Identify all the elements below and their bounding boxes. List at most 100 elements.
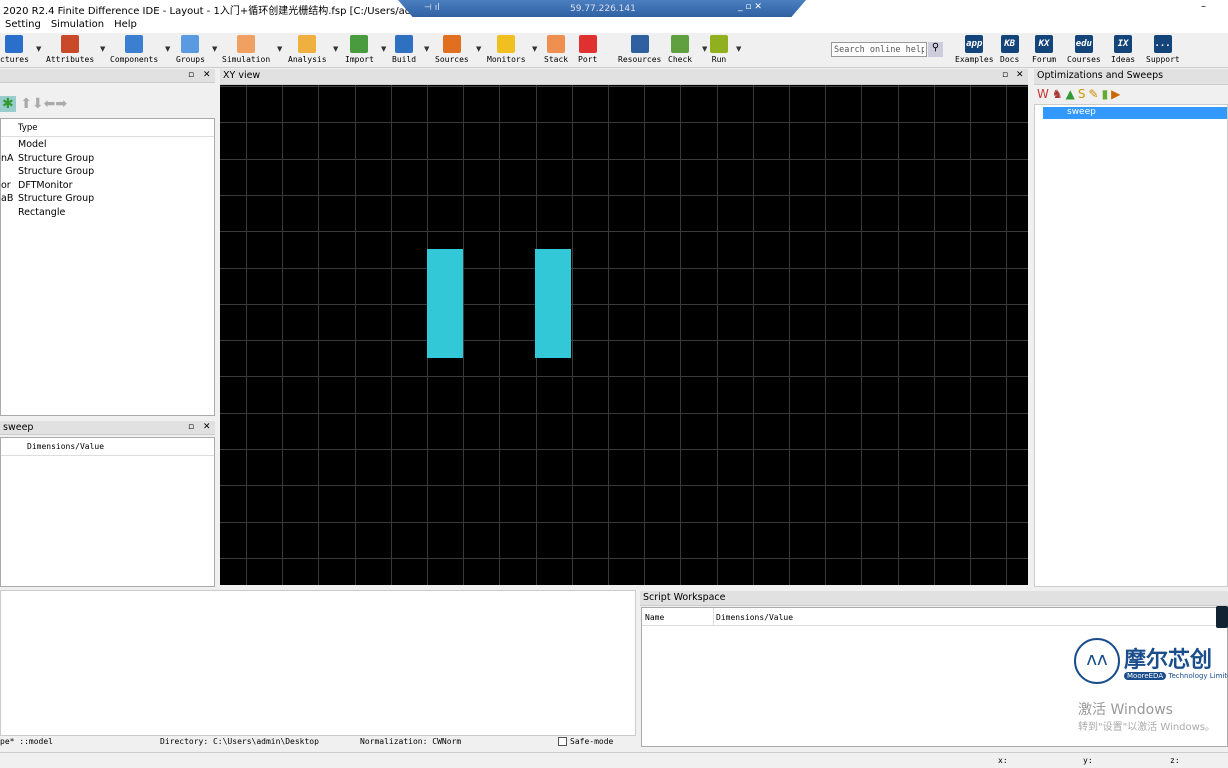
grid-line [318,85,320,585]
rectangle-structure-2[interactable] [535,249,571,358]
grid-line [220,521,1028,523]
add-icon[interactable]: ✱ [0,96,16,112]
support-icon: ... [1153,35,1172,53]
dropdown-arrow-icon[interactable]: ▼ [333,45,338,53]
logo-en: MooreEDA [1124,672,1167,680]
close-icon[interactable]: ✕ [1016,70,1024,80]
sweep-item[interactable]: sweep [1043,107,1227,119]
help-docs-button[interactable]: KB Docs [1000,35,1019,64]
float-icon[interactable]: ▫ [188,70,194,80]
tree-item-type[interactable]: DFTMonitor [18,180,73,191]
resources-icon [630,35,649,53]
toolbar-components-button[interactable]: Components [110,35,158,64]
help-courses-button[interactable]: edu Courses [1067,35,1101,64]
arrow-up-icon[interactable]: ⬆ [20,96,32,112]
toolbar-ctures-button[interactable]: ctures [0,35,29,64]
menu-bar: Setting Simulation Help [0,17,1228,33]
dropdown-arrow-icon[interactable]: ▼ [212,45,217,53]
tree-item-type[interactable]: Structure Group [18,193,94,204]
float-icon[interactable]: ▫ [1002,70,1008,80]
tree-item-type[interactable]: Structure Group [18,166,94,177]
analysis-icon [298,35,317,53]
examples-icon: app [965,35,984,53]
grid-line [220,485,1028,487]
float-icon[interactable]: ▫ [188,422,194,432]
safe-mode-checkbox[interactable] [558,737,567,746]
port-icon [578,35,597,53]
grid-line [220,158,1028,160]
help-examples-button[interactable]: app Examples [955,35,994,64]
toolbar-build-button[interactable]: Build [392,35,416,64]
sweep-icon[interactable]: ♞ [1052,87,1066,101]
dropdown-arrow-icon[interactable]: ▼ [381,45,386,53]
search-icon[interactable]: ⚲ [928,42,943,57]
remote-window-controls[interactable]: _ ▫ ✕ [738,2,762,12]
grid-line [220,449,1028,450]
arrow-right-icon[interactable]: ➡ [55,96,67,112]
toolbar-label: Check [668,55,693,64]
side-tab[interactable] [1216,606,1228,628]
dropdown-arrow-icon[interactable]: ▼ [702,45,707,53]
menu-setting[interactable]: Setting [0,17,46,32]
dropdown-arrow-icon[interactable]: ▼ [277,45,282,53]
toolbar-check-button[interactable]: Check [668,35,692,64]
safe-mode-label: Safe-mode [570,737,614,746]
tree-item-type[interactable]: Rectangle [18,207,65,218]
tree-item-name[interactable]: nA [1,153,14,164]
toolbar-label: ctures [0,55,29,64]
toolbar-run-button[interactable]: Run [710,35,728,64]
menu-simulation[interactable]: Simulation [46,17,109,32]
toolbar-monitors-button[interactable]: Monitors [487,35,526,64]
dropdown-arrow-icon[interactable]: ▼ [100,45,105,53]
close-icon[interactable]: ✕ [203,70,211,80]
toolbar-label: Attributes [46,55,95,64]
dropdown-arrow-icon[interactable]: ▼ [532,45,537,53]
dropdown-arrow-icon[interactable]: ▼ [476,45,481,53]
toolbar-label: Simulation [222,55,271,64]
toolbar-label: Analysis [288,55,327,64]
arrow-down-icon[interactable]: ⬇ [32,96,44,112]
close-icon[interactable]: ✕ [203,422,211,432]
toolbar-analysis-button[interactable]: Analysis [288,35,327,64]
dropdown-arrow-icon[interactable]: ▼ [165,45,170,53]
script-editor[interactable] [0,590,636,736]
menu-help[interactable]: Help [109,17,142,32]
help-ideas-button[interactable]: IX Ideas [1111,35,1135,64]
optimization-icon[interactable]: W [1037,87,1052,101]
help-forum-button[interactable]: KX Forum [1032,35,1056,64]
toolbar-port-button[interactable]: Port [578,35,597,64]
search-input[interactable] [831,42,927,57]
dropdown-arrow-icon[interactable]: ▼ [424,45,429,53]
docs-icon: KB [1000,35,1019,53]
run-sweep-icon[interactable]: ▶ [1111,87,1123,101]
dropdown-arrow-icon[interactable]: ▼ [736,45,741,53]
tree-item-type[interactable]: Structure Group [18,153,94,164]
dropdown-arrow-icon[interactable]: ▼ [36,45,41,53]
grid-line [897,85,899,585]
toolbar-import-button[interactable]: Import [345,35,374,64]
help-support-button[interactable]: ... Support [1146,35,1180,64]
build-icon [395,35,414,53]
toolbar-resources-button[interactable]: Resources [618,35,661,64]
coord-y: y: [1083,756,1093,765]
minimize-button[interactable]: – [1201,1,1206,12]
edit-icon[interactable]: ✎ [1089,87,1102,101]
toolbar-sources-button[interactable]: Sources [435,35,469,64]
delete-icon[interactable]: ▮ [1102,87,1112,101]
s-parameter-icon[interactable]: S [1078,87,1089,101]
toolbar-groups-button[interactable]: Groups [176,35,205,64]
xy-view-canvas[interactable] [220,85,1028,585]
tree-item-name[interactable]: aB [1,193,13,204]
pin-icon[interactable]: ⊣ ıl [424,3,440,13]
tree-item-name[interactable]: or [1,180,11,191]
grid-line [680,85,682,585]
toolbar-stack-button[interactable]: Stack [544,35,568,64]
rectangle-structure-1[interactable] [427,249,463,358]
toolbar-attributes-button[interactable]: Attributes [46,35,94,64]
grid-line [716,85,718,585]
activate-windows: 激活 Windows [1078,702,1173,718]
tree-item-type[interactable]: Model [18,139,47,150]
arrow-left-icon[interactable]: ⬅ [44,96,56,112]
chart-icon[interactable]: ▲ [1066,87,1078,101]
toolbar-simulation-button[interactable]: Simulation [222,35,270,64]
